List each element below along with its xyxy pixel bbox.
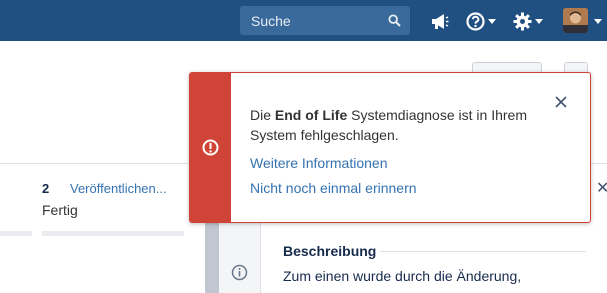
heading-rule — [380, 251, 586, 252]
top-header: Suche — [0, 0, 607, 41]
flag-accent-bar — [190, 73, 231, 222]
version-count: 2 — [42, 181, 50, 196]
chevron-down-icon — [488, 18, 496, 24]
dont-remind-link[interactable]: Nicht noch einmal erinnern — [250, 180, 417, 196]
notifications-button[interactable] — [430, 10, 449, 32]
error-icon — [202, 139, 219, 156]
more-info-link[interactable]: Weitere Informationen — [250, 155, 387, 171]
close-icon[interactable]: ✕ — [596, 178, 607, 198]
progress-track — [42, 231, 184, 236]
help-icon — [466, 11, 485, 31]
info-icon[interactable] — [231, 264, 248, 281]
chevron-down-icon — [535, 18, 543, 24]
flag-message: Die End of Life Systemdiagnose ist in Ih… — [250, 107, 527, 143]
description-heading: Beschreibung — [283, 243, 377, 259]
chevron-down-icon[interactable] — [594, 19, 602, 24]
search-field[interactable]: Suche — [240, 6, 410, 35]
settings-menu-button[interactable] — [513, 10, 543, 32]
search-input[interactable]: Suche — [251, 13, 291, 29]
publish-link[interactable]: Veröffentlichen... — [70, 181, 167, 196]
gear-icon — [513, 12, 532, 30]
user-avatar[interactable] — [563, 8, 588, 33]
search-icon[interactable] — [388, 14, 401, 27]
help-menu-button[interactable] — [466, 10, 496, 32]
avatar-image — [563, 8, 588, 33]
status-label: Fertig — [42, 202, 78, 218]
close-icon[interactable] — [554, 95, 568, 109]
error-flag: Die End of Life Systemdiagnose ist in Ih… — [189, 72, 591, 223]
description-text: Zum einen wurde durch die Änderung, — [283, 268, 522, 284]
progress-track — [0, 231, 32, 236]
megaphone-icon — [432, 13, 449, 29]
